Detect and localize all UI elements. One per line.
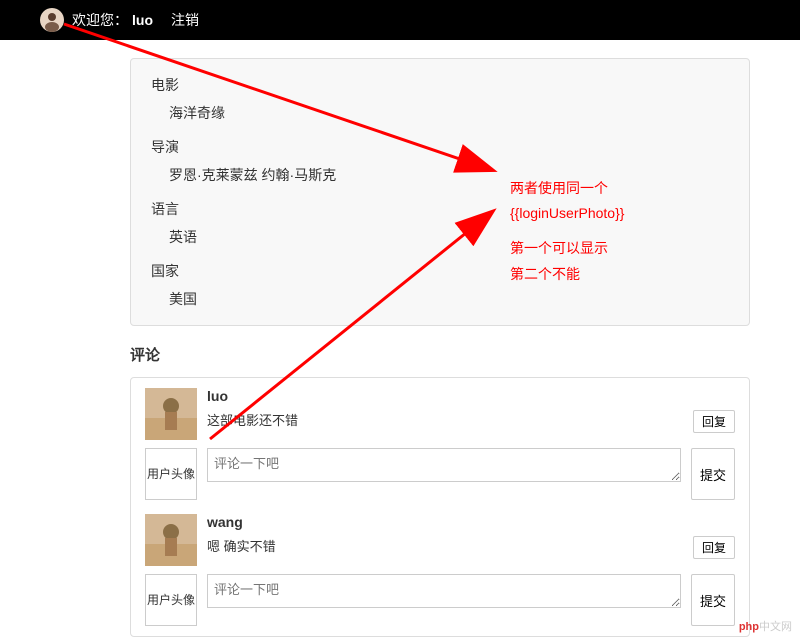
movie-info-card: 电影 海洋奇缘 导演 罗恩·克莱蒙兹 约翰·马斯克 语言 英语 国家 美国 <box>130 58 750 326</box>
reply-button[interactable]: 回复 <box>693 536 735 559</box>
comment-username: wang <box>207 514 735 530</box>
reply-button[interactable]: 回复 <box>693 410 735 433</box>
comment-item: luo 这部电影还不错 回复 <box>145 388 735 440</box>
comment-user-avatar <box>145 514 197 566</box>
comment-item: wang 嗯 确实不错 回复 <box>145 514 735 566</box>
submit-button[interactable]: 提交 <box>691 448 735 500</box>
reply-avatar-placeholder: 用户头像 <box>145 574 197 626</box>
main-container: 电影 海洋奇缘 导演 罗恩·克莱蒙兹 约翰·马斯克 语言 英语 国家 美国 评论… <box>130 58 750 637</box>
reply-row: 用户头像 提交 <box>145 574 735 626</box>
movie-country-value: 美国 <box>169 289 729 309</box>
reply-avatar-placeholder: 用户头像 <box>145 448 197 500</box>
movie-director-value: 罗恩·克莱蒙兹 约翰·马斯克 <box>169 165 729 185</box>
comment-text: 嗯 确实不错 <box>207 536 735 555</box>
navbar-username: luo <box>132 12 153 28</box>
movie-country-label: 国家 <box>151 261 729 281</box>
movie-language-value: 英语 <box>169 227 729 247</box>
comments-heading: 评论 <box>130 344 750 365</box>
navbar-logout-link[interactable]: 注销 <box>171 10 199 30</box>
submit-button[interactable]: 提交 <box>691 574 735 626</box>
comment-username: luo <box>207 388 735 404</box>
navbar-welcome-text: 欢迎您： <box>72 10 128 30</box>
watermark-suffix: 中文网 <box>759 621 792 633</box>
watermark-brand: php <box>739 621 759 633</box>
top-navbar: 欢迎您： luo 注销 <box>0 0 800 40</box>
movie-title-label: 电影 <box>151 75 729 95</box>
comment-user-avatar <box>145 388 197 440</box>
reply-row: 用户头像 提交 <box>145 448 735 500</box>
comment-text: 这部电影还不错 <box>207 410 735 429</box>
comments-box: luo 这部电影还不错 回复 用户头像 提交 wang <box>130 377 750 637</box>
movie-language-label: 语言 <box>151 199 729 219</box>
navbar-avatar <box>40 8 64 32</box>
reply-textarea[interactable] <box>207 448 681 482</box>
movie-title-value: 海洋奇缘 <box>169 103 729 123</box>
movie-director-label: 导演 <box>151 137 729 157</box>
footer-watermark: php中文网 <box>739 622 792 633</box>
reply-textarea[interactable] <box>207 574 681 608</box>
